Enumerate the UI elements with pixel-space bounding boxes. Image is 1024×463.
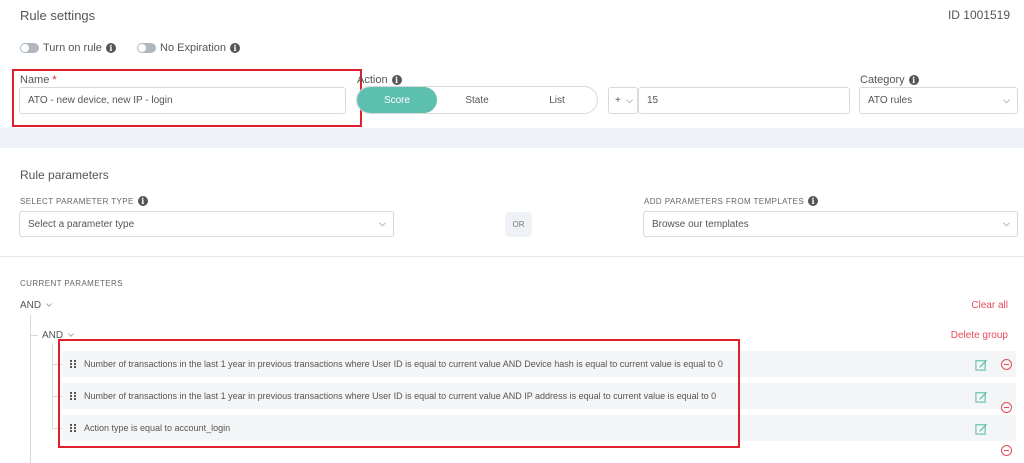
delete-group-button[interactable]: Delete group	[951, 330, 1008, 341]
action-option-state[interactable]: State	[437, 87, 517, 113]
category-label: Category i	[860, 74, 919, 86]
edit-icon[interactable]	[975, 390, 988, 403]
info-icon: i	[908, 75, 919, 85]
parameter-type-placeholder: Select a parameter type	[28, 218, 135, 230]
remove-parameter-icon[interactable]	[1001, 445, 1012, 456]
info-icon: i	[808, 196, 819, 206]
chevron-down-icon	[625, 95, 634, 104]
score-sign-select[interactable]: +	[608, 87, 638, 114]
root-operator-select[interactable]: AND	[20, 300, 52, 311]
action-type-segmented-control[interactable]: Score State List	[356, 86, 598, 114]
tree-branch	[30, 335, 38, 336]
parameter-type-select[interactable]: Select a parameter type	[19, 211, 394, 237]
tree-line-root	[30, 315, 31, 463]
no-expiration-label: No Expiration	[160, 42, 227, 54]
category-value: ATO rules	[868, 95, 913, 106]
root-operator-value: AND	[20, 300, 42, 311]
score-value-input[interactable]: 15	[638, 87, 850, 114]
info-icon: i	[391, 75, 402, 85]
highlight-box-name	[12, 69, 362, 127]
category-label-text: Category	[860, 74, 905, 86]
score-value: 15	[647, 95, 659, 106]
no-expiration-toggle[interactable]: No Expiration i	[137, 42, 241, 54]
tree-line-group	[52, 344, 53, 429]
section-divider-line	[0, 256, 1024, 257]
templates-label: ADD PARAMETERS FROM TEMPLATES i	[644, 196, 819, 206]
page-title: Rule settings	[20, 8, 96, 23]
chevron-down-icon	[378, 219, 387, 227]
edit-icon[interactable]	[975, 422, 988, 435]
turn-on-rule-toggle[interactable]: Turn on rule i	[20, 42, 116, 54]
remove-parameter-icon[interactable]	[1001, 359, 1012, 370]
chevron-down-icon	[1002, 219, 1011, 227]
info-icon: i	[137, 196, 148, 206]
turn-on-rule-label: Turn on rule	[43, 42, 102, 54]
score-sign-value: +	[615, 95, 621, 106]
or-separator: OR	[505, 212, 532, 237]
clear-all-button[interactable]: Clear all	[971, 300, 1008, 311]
select-parameter-type-label: SELECT PARAMETER TYPE i	[20, 196, 148, 206]
info-icon: i	[230, 43, 241, 53]
action-label-text: Action	[357, 74, 388, 86]
section-divider	[0, 128, 1024, 148]
highlight-box-parameters	[58, 339, 740, 448]
toggle-switch-icon[interactable]	[20, 43, 39, 53]
rule-parameters-title: Rule parameters	[20, 168, 109, 182]
chevron-down-icon	[68, 331, 74, 337]
category-select[interactable]: ATO rules	[859, 87, 1018, 114]
templates-select[interactable]: Browse our templates	[643, 211, 1018, 237]
templates-placeholder: Browse our templates	[652, 218, 749, 230]
remove-parameter-icon[interactable]	[1001, 402, 1012, 413]
action-label: Action i	[357, 74, 402, 86]
action-option-score[interactable]: Score	[357, 87, 437, 113]
edit-icon[interactable]	[975, 358, 988, 371]
current-parameters-title: CURRENT PARAMETERS	[20, 279, 123, 288]
toggle-switch-icon[interactable]	[137, 43, 156, 53]
chevron-down-icon	[1002, 95, 1011, 104]
chevron-down-icon	[46, 301, 52, 307]
templates-label-text: ADD PARAMETERS FROM TEMPLATES	[644, 196, 805, 206]
action-option-list[interactable]: List	[517, 87, 597, 113]
info-icon: i	[105, 43, 116, 53]
rule-id: ID 1001519	[947, 8, 1010, 22]
select-parameter-type-text: SELECT PARAMETER TYPE	[20, 196, 134, 206]
